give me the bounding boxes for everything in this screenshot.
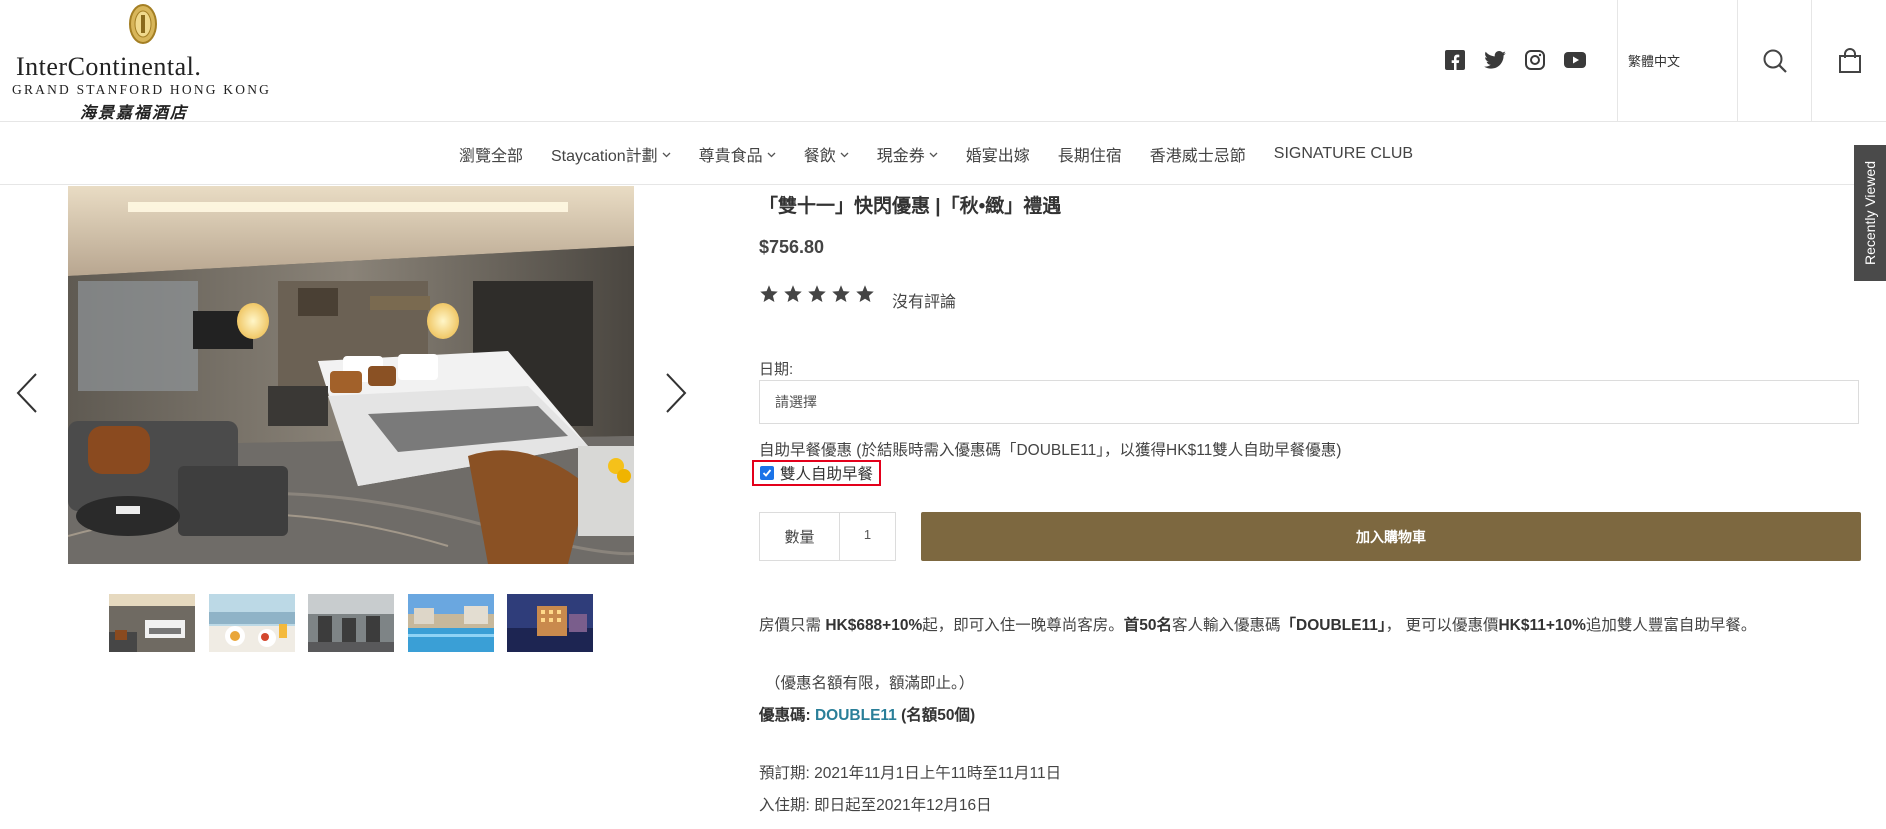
nav-item-label: 現金券 <box>876 148 925 165</box>
hotel-night-thumb[interactable] <box>507 594 593 652</box>
facebook-icon[interactable] <box>1443 48 1467 72</box>
desc-text-3: 客人輸入優惠碼 <box>1172 617 1281 634</box>
language-selector[interactable]: 繁體中文 <box>1617 0 1737 121</box>
youtube-icon[interactable] <box>1563 48 1587 72</box>
desc-text-1: 房價只需 <box>759 617 826 634</box>
checkmark-icon <box>762 469 772 477</box>
brand-name: InterContinental. <box>16 52 202 81</box>
desc-code: 「DOUBLE11」 <box>1280 617 1386 634</box>
recently-viewed-tab[interactable]: Recently Viewed <box>1854 145 1886 281</box>
breakfast-offer-label: 自助早餐優惠 (於結賬時需入優惠碼「DOUBLE11」，以獲得HK$11雙人自助… <box>759 442 1342 459</box>
nav-item-2[interactable]: 尊貴食品 <box>699 142 776 166</box>
review-link[interactable]: 沒有評論 <box>892 288 956 312</box>
nav-item-0[interactable]: 瀏覽全部 <box>459 142 523 166</box>
prev-image-button[interactable] <box>8 368 48 418</box>
site-header: InterContinental. GRAND STANFORD HONG KO… <box>0 0 1886 122</box>
nav-item-label: 長期住宿 <box>1057 148 1122 165</box>
nav-item-6[interactable]: 長期住宿 <box>1058 142 1122 166</box>
logo-emblem-icon <box>129 4 157 44</box>
date-label: 日期: <box>759 361 794 378</box>
breakfast-option[interactable]: 雙人自助早餐 <box>752 460 881 486</box>
language-label: 繁體中文 <box>1628 54 1681 69</box>
brand-subtitle: GRAND STANFORD HONG KONG <box>12 82 272 97</box>
star-icon <box>855 284 879 306</box>
checkin-period: 入住期: 即日起至2021年12月16日 <box>759 797 992 814</box>
desc-text-5: 追加雙人豐富自助早餐。 <box>1585 617 1757 634</box>
quantity-selector: 數量 1 <box>759 512 896 561</box>
main-navigation: 瀏覽全部 Staycation計劃 尊貴食品 餐飲 現金券 婚宴出嫁 長期住宿 香港威士忌節 S… <box>0 122 1886 185</box>
main-product-image[interactable] <box>68 186 634 564</box>
bedroom-thumb[interactable] <box>109 594 195 652</box>
breakfast-option-label: 雙人自助早餐 <box>780 466 874 483</box>
hotel-bedroom-photo <box>68 186 634 564</box>
date-field[interactable]: 請選擇 <box>759 380 1859 424</box>
desc-text-2: 起，即可入住一晚尊尚客房。 <box>922 617 1124 634</box>
hotel-logo[interactable]: InterContinental. GRAND STANFORD HONG KO… <box>10 0 269 122</box>
nav-item-label: 尊貴食品 <box>698 148 763 165</box>
chevron-left-icon <box>16 373 37 413</box>
star-icon <box>759 284 783 306</box>
product-price: $756.80 <box>759 237 825 257</box>
brand-chinese-name: 海景嘉福酒店 <box>80 103 189 122</box>
nav-item-label: 餐飲 <box>803 148 836 165</box>
quantity-input[interactable]: 1 <box>840 513 895 560</box>
nav-item-label: 瀏覽全部 <box>458 148 523 165</box>
star-icon <box>783 284 807 306</box>
cart-button[interactable] <box>1811 0 1886 121</box>
shopping-bag-icon <box>1838 47 1861 73</box>
offer-description: 房價只需 HK$688+10%起，即可入住一晚尊尚客房。首50名客人輸入優惠碼「… <box>759 613 1756 635</box>
pool-thumb[interactable] <box>407 594 494 652</box>
chevron-right-icon <box>666 373 687 413</box>
search-icon <box>1763 49 1787 73</box>
promo-quota: (名額50個) <box>896 707 976 724</box>
instagram-icon[interactable] <box>1523 48 1547 72</box>
promo-code-line: 優惠碼: DOUBLE11 (名額50個) <box>759 703 975 725</box>
chevron-down-icon <box>767 145 776 163</box>
search-button[interactable] <box>1737 0 1812 121</box>
nav-item-label: 婚宴出嫁 <box>965 148 1030 165</box>
desc-first50: 首50名 <box>1123 617 1173 634</box>
nav-item-label: Staycation計劃 <box>550 148 658 165</box>
promo-label: 優惠碼: <box>759 707 815 724</box>
thumbnail-strip <box>109 594 607 652</box>
nav-item-8[interactable]: SIGNATURE CLUB <box>1274 142 1413 166</box>
star-icon <box>831 284 855 306</box>
desc-price: HK$688+10% <box>825 617 923 634</box>
desc-text-4: ， 更可以優惠價 <box>1385 617 1499 634</box>
star-icon <box>807 284 831 306</box>
add-to-cart-button[interactable]: 加入購物車 <box>921 512 1861 561</box>
gym-thumb[interactable] <box>308 594 394 652</box>
nav-item-1[interactable]: Staycation計劃 <box>551 142 671 166</box>
nav-item-3[interactable]: 餐飲 <box>804 142 849 166</box>
quantity-label: 數量 <box>760 513 840 560</box>
nav-item-label: 香港威士忌節 <box>1149 148 1246 165</box>
chevron-down-icon <box>840 145 849 163</box>
product-title: 「雙十一」快閃優惠 |「秋•緻」禮遇 <box>759 196 1062 217</box>
chevron-down-icon <box>662 145 671 163</box>
next-image-button[interactable] <box>655 368 695 418</box>
nav-item-label: SIGNATURE CLUB <box>1273 145 1414 162</box>
nav-item-4[interactable]: 現金券 <box>877 142 938 166</box>
desc-breakfast-price: HK$11+10% <box>1498 617 1586 634</box>
nav-list: 瀏覽全部 Staycation計劃 尊貴食品 餐飲 現金券 婚宴出嫁 長期住宿 香港威士忌節 S… <box>0 142 1886 166</box>
recently-viewed-label: Recently Viewed <box>1862 160 1878 266</box>
nav-item-5[interactable]: 婚宴出嫁 <box>966 142 1030 166</box>
booking-period: 預訂期: 2021年11月1日上午11時至11月11日 <box>759 765 1062 782</box>
chevron-down-icon <box>929 145 938 163</box>
promo-code: DOUBLE11 <box>814 707 897 724</box>
breakfast-thumb[interactable] <box>208 594 295 652</box>
rating-stars <box>759 284 879 306</box>
nav-item-7[interactable]: 香港威士忌節 <box>1150 142 1246 166</box>
twitter-icon[interactable] <box>1483 48 1507 72</box>
breakfast-checkbox[interactable] <box>760 466 774 480</box>
offer-note: （優惠名額有限，額滿即止。） <box>765 675 975 692</box>
